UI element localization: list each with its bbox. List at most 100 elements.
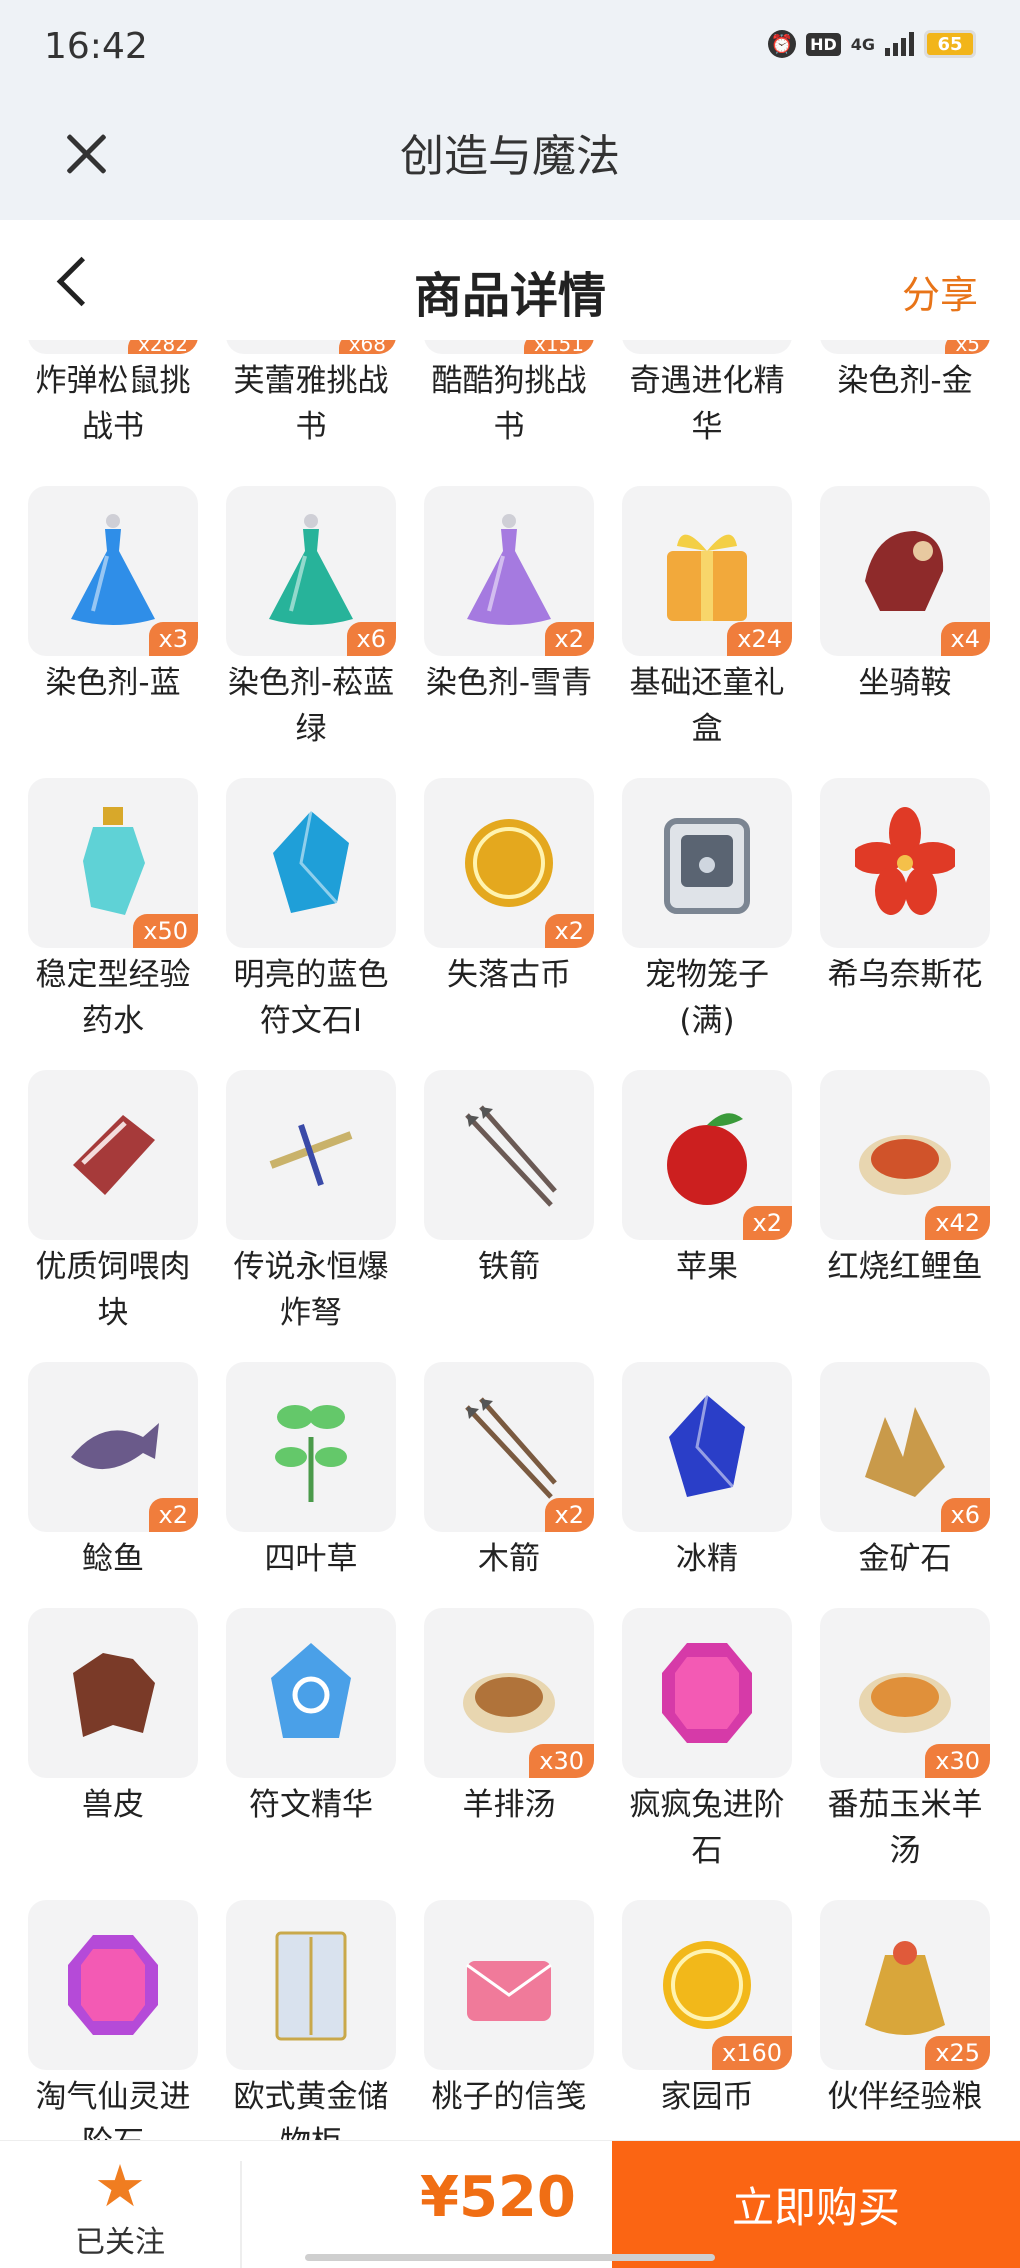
grid-item[interactable]: x2 失落古币	[420, 778, 598, 998]
grid-item[interactable]: x160 家园币	[618, 1900, 796, 2120]
buy-now-button[interactable]: 立即购买	[612, 2141, 1020, 2268]
item-tile	[28, 1608, 198, 1778]
grid-item[interactable]: 传说永恒爆炸弩	[222, 1070, 400, 1336]
price: ¥520	[420, 2165, 576, 2230]
grid-item[interactable]: x30 番茄玉米羊汤	[816, 1608, 994, 1874]
item-tile	[820, 778, 990, 948]
quantity-badge: x30	[925, 1744, 990, 1778]
item-label: 金矿石	[858, 1541, 952, 1577]
quantity-badge: x5	[945, 340, 990, 354]
grid-item[interactable]: 四叶草	[222, 1362, 400, 1582]
grid-item[interactable]: 冰精	[618, 1362, 796, 1582]
item-tile: x160	[622, 1900, 792, 2070]
quantity-badge: x4	[940, 622, 990, 656]
item-tile: x30	[820, 1608, 990, 1778]
item-tile: x25	[820, 1900, 990, 2070]
quantity-badge: x6	[346, 622, 396, 656]
grid-item[interactable]: x2 苹果	[618, 1070, 796, 1290]
item-tile: x30	[424, 1608, 594, 1778]
dish-icon	[855, 1095, 955, 1215]
grid-item[interactable]: 奇遇进化精华	[618, 340, 796, 450]
item-tile: x6	[820, 1362, 990, 1532]
soup-icon	[459, 1633, 559, 1753]
share-button[interactable]: 分享	[902, 264, 978, 319]
grid-item[interactable]: x282 炸弹松鼠挑战书	[24, 340, 202, 450]
item-label: 染色剂-金	[837, 363, 973, 399]
item-label: 染色剂-蓝	[45, 665, 181, 701]
nav-bar: 商品详情 分享	[0, 220, 1020, 340]
item-label: 番茄玉米羊汤	[827, 1787, 983, 1869]
grid-item[interactable]: 优质饲喂肉块	[24, 1070, 202, 1336]
crystal-icon	[261, 803, 361, 923]
grid-item[interactable]: x3 染色剂-蓝	[24, 486, 202, 706]
grid-item[interactable]: x42 红烧红鲤鱼	[816, 1070, 994, 1290]
follow-button[interactable]: ★ 已关注	[40, 2155, 200, 2261]
grid-item[interactable]: x2 鲶鱼	[24, 1362, 202, 1582]
grid-item[interactable]: 明亮的蓝色符文石I	[222, 778, 400, 1044]
soup-icon	[855, 1633, 955, 1753]
quantity-badge: x25	[925, 2036, 990, 2070]
letter-icon	[459, 1925, 559, 2045]
item-label: 奇遇进化精华	[629, 363, 785, 445]
quantity-badge: x30	[529, 1744, 594, 1778]
grid-item[interactable]: 兽皮	[24, 1608, 202, 1828]
grid-item[interactable]: x30 羊排汤	[420, 1608, 598, 1828]
page-title: 商品详情	[413, 268, 606, 324]
meat-icon	[63, 1095, 163, 1215]
signal-icon	[885, 32, 914, 56]
item-label: 淘气仙灵进阶石	[35, 2079, 191, 2140]
item-tile: x2	[28, 1362, 198, 1532]
star-icon: ★	[94, 2152, 146, 2220]
item-tile	[226, 1608, 396, 1778]
follow-label: 已关注	[75, 2225, 165, 2260]
grid-item[interactable]: x25 伙伴经验粮	[816, 1900, 994, 2120]
item-tile: x3	[28, 486, 198, 656]
grid-item[interactable]: x24 基础还童礼盒	[618, 486, 796, 752]
item-tile: x5	[820, 340, 990, 354]
quantity-badge: x42	[925, 1206, 990, 1240]
battery-icon: 65	[924, 30, 976, 58]
app-title: 创造与魔法	[400, 131, 620, 182]
grid-item[interactable]: x151 酷酷狗挑战书	[420, 340, 598, 450]
grid-item[interactable]: 铁箭	[420, 1070, 598, 1290]
item-tile: x68	[226, 340, 396, 354]
grid-item[interactable]: x6 染色剂-菘蓝绿	[222, 486, 400, 752]
grid-item[interactable]: 符文精华	[222, 1608, 400, 1828]
grid-item[interactable]: 宠物笼子(满)	[618, 778, 796, 1044]
grid-item[interactable]: 淘气仙灵进阶石	[24, 1900, 202, 2140]
quantity-badge: x68	[338, 340, 396, 354]
item-label: 坐骑鞍	[858, 665, 952, 701]
item-label: 疯疯兔进阶石	[629, 1787, 785, 1869]
app-bar: 创造与魔法	[0, 100, 1020, 220]
quantity-badge: x2	[148, 1498, 198, 1532]
grid-item[interactable]: x50 稳定型经验药水	[24, 778, 202, 1044]
grid-item[interactable]: x2 染色剂-雪青	[420, 486, 598, 706]
hide-icon	[63, 1633, 163, 1753]
item-tile	[622, 340, 792, 354]
grid-item[interactable]: x4 坐骑鞍	[816, 486, 994, 706]
quantity-badge: x2	[544, 622, 594, 656]
quantity-badge: x2	[544, 1498, 594, 1532]
grid-item[interactable]: x6 金矿石	[816, 1362, 994, 1582]
item-label: 失落古币	[447, 957, 571, 993]
item-label: 四叶草	[264, 1541, 358, 1577]
item-label: 染色剂-菘蓝绿	[227, 665, 395, 747]
grid-item[interactable]: 欧式黄金储物柜	[222, 1900, 400, 2140]
grid-item[interactable]: x5 染色剂-金	[816, 340, 994, 404]
item-label: 伙伴经验粮	[827, 2079, 983, 2115]
grid-item[interactable]: 疯疯兔进阶石	[618, 1608, 796, 1874]
item-label: 铁箭	[478, 1249, 540, 1285]
network-label: 4G	[850, 34, 875, 54]
item-tile: x2	[424, 778, 594, 948]
grid-item[interactable]: x2 木箭	[420, 1362, 598, 1582]
item-tile	[226, 778, 396, 948]
fish-icon	[63, 1387, 163, 1507]
item-label: 家园币	[660, 2079, 754, 2115]
grid-item[interactable]: 希乌奈斯花	[816, 778, 994, 998]
grid-item[interactable]: 桃子的信笺	[420, 1900, 598, 2120]
grid-item[interactable]: x68 芙蕾雅挑战书	[222, 340, 400, 450]
item-label: 符文精华	[249, 1787, 373, 1823]
item-tile: x6	[226, 486, 396, 656]
item-label: 明亮的蓝色符文石I	[233, 957, 389, 1039]
quantity-badge: x282	[127, 340, 198, 354]
